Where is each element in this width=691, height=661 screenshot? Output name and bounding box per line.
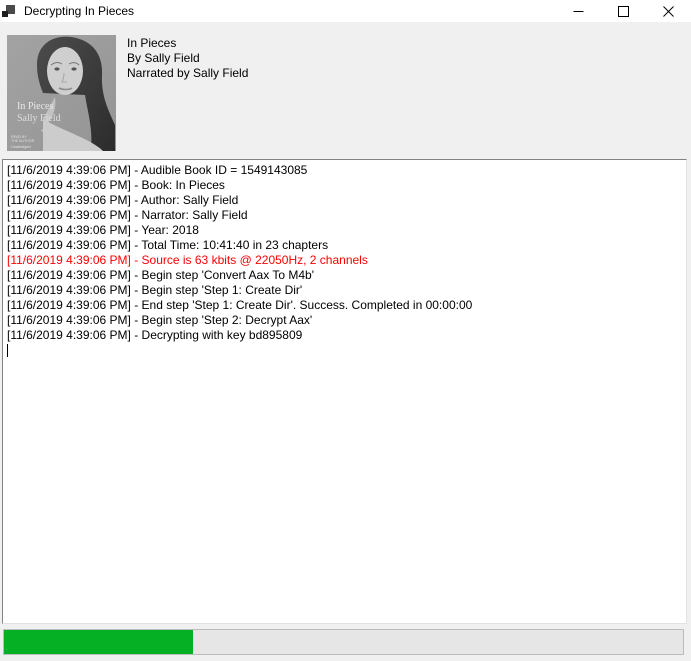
maximize-button[interactable] <box>601 0 646 22</box>
progress-bar <box>3 629 684 655</box>
log-line: [11/6/2019 4:39:06 PM] - Author: Sally F… <box>7 193 682 208</box>
cover-badge-line3: Unabridged <box>11 145 31 149</box>
log-line: [11/6/2019 4:39:06 PM] - Begin step 'Ste… <box>7 283 682 298</box>
cover-author-text: Sally Field <box>17 113 61 124</box>
minimize-button[interactable] <box>556 0 601 22</box>
log-line: [11/6/2019 4:39:06 PM] - Decrypting with… <box>7 328 682 343</box>
log-lines: [11/6/2019 4:39:06 PM] - Audible Book ID… <box>7 163 682 343</box>
cover-title-text: In Pieces <box>17 101 53 112</box>
log-line: [11/6/2019 4:39:06 PM] - Year: 2018 <box>7 223 682 238</box>
log-line: [11/6/2019 4:39:06 PM] - End step 'Step … <box>7 298 682 313</box>
progress-fill <box>4 630 193 654</box>
log-textbox[interactable]: [11/6/2019 4:39:06 PM] - Audible Book ID… <box>2 159 687 624</box>
close-button[interactable] <box>646 0 691 22</box>
cover-eye-right <box>71 67 76 70</box>
cover-face <box>47 47 83 95</box>
window-controls <box>556 0 691 22</box>
app-icon-square-small <box>2 11 8 17</box>
log-line: [11/6/2019 4:39:06 PM] - Begin step 'Con… <box>7 268 682 283</box>
app-window: Decrypting In Pieces <box>0 0 691 661</box>
minimize-icon <box>573 6 584 17</box>
log-line: [11/6/2019 4:39:06 PM] - Narrator: Sally… <box>7 208 682 223</box>
cover-eye-left <box>54 67 59 70</box>
maximize-icon <box>618 6 629 17</box>
titlebar[interactable]: Decrypting In Pieces <box>0 0 691 22</box>
book-title: In Pieces <box>127 36 248 51</box>
log-line: [11/6/2019 4:39:06 PM] - Begin step 'Ste… <box>7 313 682 328</box>
text-caret <box>7 344 8 357</box>
close-icon <box>663 6 674 17</box>
window-title: Decrypting In Pieces <box>24 4 134 18</box>
log-line: [11/6/2019 4:39:06 PM] - Book: In Pieces <box>7 178 682 193</box>
book-author: By Sally Field <box>127 51 248 66</box>
log-line: [11/6/2019 4:39:06 PM] - Audible Book ID… <box>7 163 682 178</box>
log-line: [11/6/2019 4:39:06 PM] - Source is 63 kb… <box>7 253 682 268</box>
log-line: [11/6/2019 4:39:06 PM] - Total Time: 10:… <box>7 238 682 253</box>
book-cover-image: In Pieces Sally Field READ BY THE AUTHOR… <box>7 35 116 151</box>
book-info-label: In Pieces By Sally Field Narrated by Sal… <box>127 36 248 81</box>
book-narrator: Narrated by Sally Field <box>127 66 248 81</box>
cover-badge-line2: THE AUTHOR <box>11 139 35 143</box>
app-icon <box>2 4 16 18</box>
